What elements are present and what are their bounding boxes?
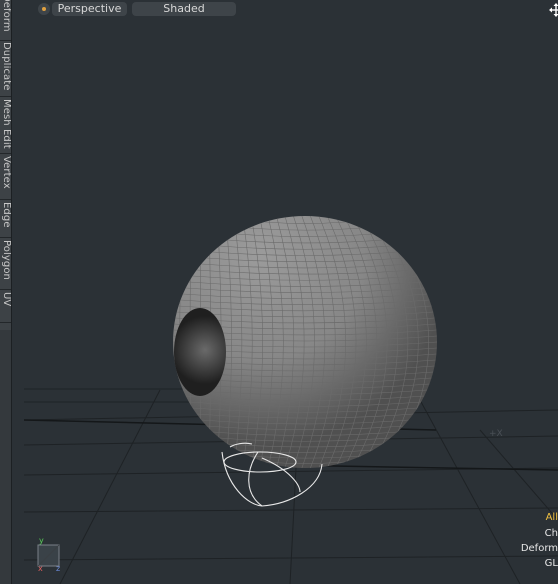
- tab-mesh-edit[interactable]: Mesh Edit: [0, 99, 11, 153]
- tab-separator: [0, 199, 11, 200]
- overlay-label-deform[interactable]: Deform: [521, 543, 558, 555]
- axis-y-label: y: [39, 536, 44, 545]
- modo-app-window: Deform Duplicate Mesh Edit Vertex Edge P…: [0, 0, 558, 584]
- overlay-label-ch[interactable]: Ch: [545, 528, 558, 540]
- overlay-label-all[interactable]: All: [546, 512, 558, 524]
- svg-text:+X: +X: [489, 429, 503, 439]
- axis-x-label: x: [38, 564, 43, 573]
- 3d-viewport[interactable]: +X y x z Perspective Shaded All Ch Defor…: [12, 0, 558, 584]
- tab-polygon[interactable]: Polygon: [0, 240, 11, 288]
- status-dot-icon[interactable]: [38, 3, 50, 15]
- tab-vertex[interactable]: Vertex: [0, 156, 11, 198]
- tab-deform[interactable]: Deform: [0, 0, 11, 40]
- tab-deform-label: Deform: [1, 0, 11, 32]
- axis-orientation-widget: y x z: [37, 536, 60, 573]
- axis-z-label: z: [56, 564, 60, 573]
- tab-vertex-label: Vertex: [1, 156, 11, 189]
- shading-mode-dropdown[interactable]: Shaded: [132, 2, 236, 16]
- sidebar-scrollbar[interactable]: [0, 330, 11, 584]
- view-mode-dropdown[interactable]: Perspective: [52, 2, 127, 16]
- overlay-label-gl[interactable]: GL: [545, 558, 558, 570]
- tab-separator: [0, 96, 11, 97]
- tab-separator: [0, 40, 11, 41]
- move-cross-icon[interactable]: [549, 3, 558, 17]
- tool-tabs-sidebar: Deform Duplicate Mesh Edit Vertex Edge P…: [0, 0, 12, 584]
- tab-duplicate-label: Duplicate: [1, 42, 11, 91]
- tab-mesh-edit-label: Mesh Edit: [1, 99, 11, 149]
- tab-uv[interactable]: UV: [0, 292, 11, 312]
- tab-duplicate[interactable]: Duplicate: [0, 42, 11, 96]
- sphere-opening: [174, 308, 226, 396]
- tab-polygon-label: Polygon: [1, 240, 11, 280]
- tab-separator: [0, 237, 11, 238]
- tab-edge-label: Edge: [1, 202, 11, 228]
- tab-separator: [0, 153, 11, 154]
- tab-edge[interactable]: Edge: [0, 202, 11, 236]
- tab-separator: [0, 322, 11, 323]
- tab-separator: [0, 289, 11, 290]
- viewport-scene: +X y x z: [23, 216, 558, 584]
- tab-uv-label: UV: [1, 292, 11, 307]
